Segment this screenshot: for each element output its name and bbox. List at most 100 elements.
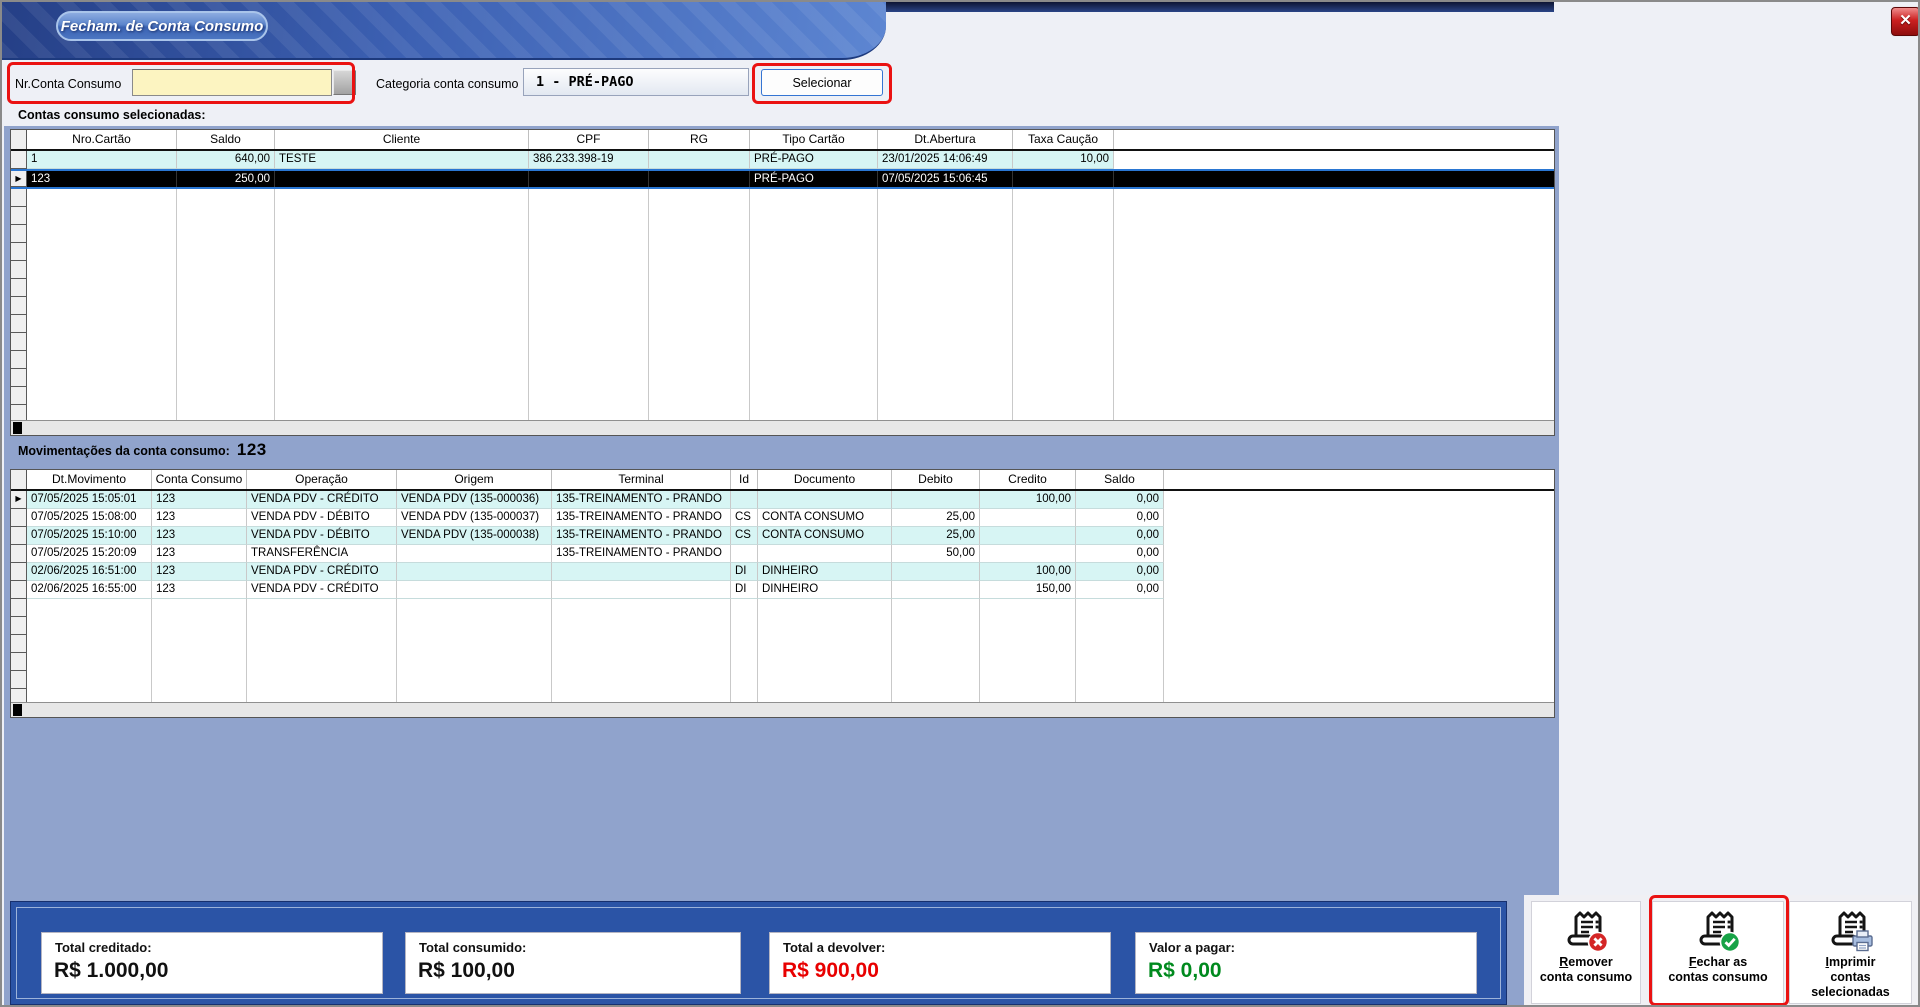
grid-cell [731, 653, 758, 671]
account-number-input[interactable] [132, 69, 332, 96]
grid-cell [275, 387, 529, 405]
category-field[interactable]: 1 - PRÉ-PAGO [523, 68, 749, 96]
grid-cell [529, 189, 649, 207]
grid-cell [1076, 617, 1164, 635]
grid-cell [177, 225, 275, 243]
movement-row[interactable]: 02/06/2025 16:55:00123VENDA PDV - CRÉDIT… [11, 581, 1554, 599]
movements-caption: Movimentações da conta consumo: [18, 444, 230, 458]
grid-cell [1013, 279, 1114, 297]
grid-cell [1076, 689, 1164, 702]
grid-cell: DI [731, 581, 758, 599]
grid-cell [731, 635, 758, 653]
select-button[interactable]: Selecionar [761, 69, 883, 96]
movement-row[interactable]: 02/06/2025 16:51:00123VENDA PDV - CRÉDIT… [11, 563, 1554, 581]
row-indicator-cell [11, 151, 27, 169]
grid-cell [397, 689, 552, 702]
grid-cell [27, 689, 152, 702]
grid-cell [397, 671, 552, 689]
grid-cell [758, 671, 892, 689]
grid-cell: 135-TREINAMENTO - PRANDO [552, 545, 731, 563]
empty-row [11, 599, 1554, 617]
grid-cell [177, 387, 275, 405]
grid-cell [731, 671, 758, 689]
grid-cell [275, 369, 529, 387]
grid-cell [529, 405, 649, 420]
grid-cell [892, 689, 980, 702]
movement-row[interactable]: ▶07/05/2025 15:05:01123VENDA PDV - CRÉDI… [11, 491, 1554, 509]
grid-cell [649, 297, 750, 315]
grid-cell [397, 563, 552, 581]
grid-cell [892, 635, 980, 653]
grid-cell [731, 617, 758, 635]
grid-cell: 100,00 [980, 491, 1076, 509]
scrollbar-thumb[interactable] [13, 704, 22, 716]
grid-cell [758, 653, 892, 671]
movement-row[interactable]: 07/05/2025 15:10:00123VENDA PDV - DÉBITO… [11, 527, 1554, 545]
grid-cell [758, 599, 892, 617]
receipt-print-icon [1827, 909, 1874, 954]
remove-account-button[interactable]: Removerconta consumo [1531, 901, 1641, 1004]
grid-cell: DINHEIRO [758, 563, 892, 581]
grid-cell: 0,00 [1076, 563, 1164, 581]
grid-cell [177, 189, 275, 207]
grid-cell [1013, 333, 1114, 351]
grid-cell: 25,00 [892, 527, 980, 545]
row-indicator-cell [11, 635, 27, 653]
grid-cell [529, 315, 649, 333]
empty-row [11, 351, 1554, 369]
grid-cell [1013, 189, 1114, 207]
grid-cell: DI [731, 563, 758, 581]
grid-cell [247, 689, 397, 702]
movement-row[interactable]: 07/05/2025 15:20:09123TRANSFERÊNCIA135-T… [11, 545, 1554, 563]
grid-cell: 250,00 [177, 171, 275, 187]
scrollbar-thumb[interactable] [13, 422, 22, 434]
grid-cell [649, 261, 750, 279]
empty-row [11, 405, 1554, 420]
grid-cell [649, 189, 750, 207]
column-header: Taxa Caução [1013, 130, 1114, 149]
close-button[interactable]: ✕ [1891, 7, 1920, 36]
horizontal-scrollbar [11, 702, 1554, 717]
empty-row [11, 279, 1554, 297]
grid-cell: 640,00 [177, 151, 275, 169]
grid-cell: CONTA CONSUMO [758, 527, 892, 545]
grid-cell: 135-TREINAMENTO - PRANDO [552, 527, 731, 545]
action-button-label: Fechar ascontas consumo [1653, 955, 1783, 985]
close-accounts-button[interactable]: Fechar ascontas consumo [1652, 901, 1784, 1004]
grid-cell [750, 405, 878, 420]
row-indicator-cell: ▶ [11, 491, 27, 509]
grid-cell: VENDA PDV (135-000037) [397, 509, 552, 527]
total-value: R$ 1.000,00 [54, 959, 168, 983]
grid-cell [649, 243, 750, 261]
account-row[interactable]: 1640,00TESTE386.233.398-19PRÉ-PAGO23/01/… [11, 151, 1554, 169]
selected-accounts-grid: Nro.CartãoSaldoClienteCPFRGTipo CartãoDt… [10, 129, 1555, 436]
print-accounts-button[interactable]: Imprimircontasselecionadas [1789, 901, 1912, 1004]
account-lookup-button[interactable] [333, 70, 356, 95]
grid-cell [27, 261, 177, 279]
grid-cell [152, 653, 247, 671]
grid-cell [878, 333, 1013, 351]
grid-cell [980, 545, 1076, 563]
grid-cell: VENDA PDV - CRÉDITO [247, 563, 397, 581]
grid-cell: 0,00 [1076, 545, 1164, 563]
account-row[interactable]: ▶123250,00PRÉ-PAGO07/05/2025 15:06:45 [11, 169, 1554, 189]
grid-cell [152, 635, 247, 653]
grid-cell [27, 671, 152, 689]
grid-cell [649, 279, 750, 297]
app-window: Fecham. de Conta Consumo ✕ Nr.Conta Cons… [0, 0, 1920, 1007]
row-indicator-cell [11, 351, 27, 369]
grid-cell [649, 207, 750, 225]
receipt-cancel-icon [1563, 909, 1610, 954]
grid-cell [177, 261, 275, 279]
grid-cell [649, 315, 750, 333]
grid-cell [152, 599, 247, 617]
grid-cell [1076, 653, 1164, 671]
movements-grid: Dt.MovimentoConta ConsumoOperaçãoOrigemT… [10, 469, 1555, 718]
grid-cell [177, 315, 275, 333]
grid-cell [750, 333, 878, 351]
movement-row[interactable]: 07/05/2025 15:08:00123VENDA PDV - DÉBITO… [11, 509, 1554, 527]
empty-row [11, 617, 1554, 635]
total-label: Total a devolver: [783, 940, 885, 955]
receipt-confirm-icon [1695, 909, 1742, 954]
grid-cell [27, 333, 177, 351]
